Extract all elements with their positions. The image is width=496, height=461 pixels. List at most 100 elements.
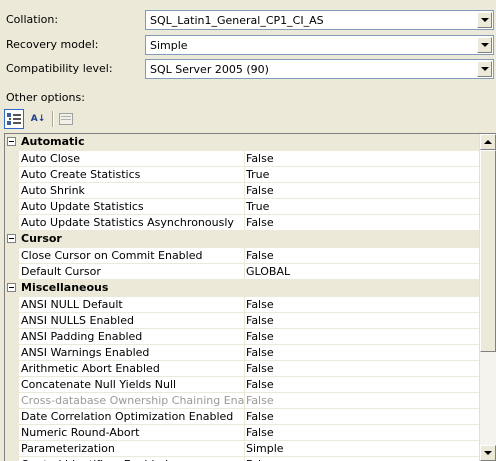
property-name: Parameterization [19, 441, 245, 457]
category-label: Automatic [21, 135, 85, 148]
property-value[interactable]: False [243, 183, 481, 199]
property-value[interactable]: Simple [243, 441, 481, 457]
dropdown-arrow-icon[interactable] [477, 61, 492, 77]
recovery-model-combobox[interactable]: Simple [145, 35, 494, 55]
property-value[interactable]: GLOBAL [243, 264, 481, 280]
row-gutter [5, 345, 19, 361]
categorized-icon [7, 113, 21, 125]
collation-label: Collation: [6, 13, 59, 26]
property-row[interactable]: Numeric Round-Abort False [5, 425, 481, 441]
property-name: ANSI NULL Default [19, 297, 245, 313]
property-grid-body: Automatic Auto Close False Auto Create Stat… [5, 134, 481, 461]
property-row[interactable]: Arithmetic Abort Enabled False [5, 361, 481, 377]
collation-value: SQL_Latin1_General_CP1_CI_AS [150, 14, 324, 27]
property-row[interactable]: Cross-database Ownership Chaining Enable… [5, 393, 481, 409]
property-name: Quoted Identifiers Enabled [19, 457, 245, 461]
property-grid-toolbar: A↓ [4, 108, 104, 130]
property-value[interactable]: False [243, 361, 481, 377]
property-row[interactable]: ANSI Warnings Enabled False [5, 345, 481, 361]
property-value[interactable]: False [243, 457, 481, 461]
property-value[interactable]: False [243, 313, 481, 329]
property-value[interactable]: False [243, 248, 481, 264]
row-gutter [5, 329, 19, 345]
row-gutter [5, 215, 19, 231]
scroll-down-button[interactable] [480, 445, 496, 461]
property-value[interactable]: False [243, 345, 481, 361]
property-name: ANSI Warnings Enabled [19, 345, 245, 361]
property-row[interactable]: Auto Shrink False [5, 183, 481, 199]
property-row[interactable]: Parameterization Simple [5, 441, 481, 457]
property-name: Cross-database Ownership Chaining Enable… [19, 393, 245, 409]
row-gutter [5, 393, 19, 409]
property-value[interactable]: False [243, 377, 481, 393]
property-name: Concatenate Null Yields Null [19, 377, 245, 393]
scrollbar-thumb[interactable] [480, 150, 496, 352]
category-label: Cursor [21, 232, 62, 245]
property-name: Default Cursor [19, 264, 245, 280]
compatibility-level-combobox[interactable]: SQL Server 2005 (90) [145, 59, 494, 79]
row-gutter [5, 425, 19, 441]
property-value[interactable]: True [243, 199, 481, 215]
property-name: ANSI Padding Enabled [19, 329, 245, 345]
collapse-icon[interactable] [7, 283, 16, 292]
row-gutter [5, 183, 19, 199]
row-gutter [5, 167, 19, 183]
property-value[interactable]: True [243, 167, 481, 183]
property-row[interactable]: Quoted Identifiers EnabledFalse [5, 457, 480, 461]
alphabetical-button[interactable]: A↓ [28, 109, 48, 129]
property-row[interactable]: Auto Update Statistics True [5, 199, 481, 215]
row-gutter [5, 199, 19, 215]
property-grid[interactable]: Automatic Auto Close False Auto Create Stat… [4, 133, 496, 461]
property-row[interactable]: Auto Create Statistics True [5, 167, 481, 183]
category-miscellaneous[interactable]: Miscellaneous [5, 280, 480, 297]
property-value[interactable]: False [243, 297, 481, 313]
compatibility-level-label: Compatibility level: [6, 62, 113, 75]
compatibility-level-value: SQL Server 2005 (90) [150, 63, 269, 76]
property-value[interactable]: False [243, 393, 481, 409]
collapse-icon[interactable] [7, 137, 16, 146]
collation-combobox[interactable]: SQL_Latin1_General_CP1_CI_AS [145, 10, 494, 30]
property-value[interactable]: False [243, 425, 481, 441]
vertical-scrollbar[interactable] [479, 134, 496, 461]
property-value[interactable]: False [243, 215, 481, 231]
property-name: Auto Update Statistics Asynchronously [19, 215, 245, 231]
dropdown-arrow-icon[interactable] [477, 12, 492, 28]
property-row[interactable]: Auto Close False [5, 151, 481, 167]
property-name: Arithmetic Abort Enabled [19, 361, 245, 377]
property-value[interactable]: False [243, 151, 481, 167]
property-row[interactable]: ANSI Padding Enabled False [5, 329, 481, 345]
property-row[interactable]: Date Correlation Optimization Enabled Fal… [5, 409, 481, 425]
property-row[interactable]: Concatenate Null Yields Null False [5, 377, 481, 393]
row-gutter [5, 151, 19, 167]
property-pages-icon [59, 113, 73, 125]
dropdown-arrow-icon[interactable] [477, 37, 492, 53]
other-options-label: Other options: [6, 91, 85, 104]
property-name: Date Correlation Optimization Enabled [19, 409, 245, 425]
property-name: Auto Create Statistics [19, 167, 245, 183]
row-gutter [5, 248, 19, 264]
property-name: Auto Close [19, 151, 245, 167]
property-row[interactable]: Default Cursor GLOBAL [5, 264, 481, 280]
row-gutter [5, 457, 19, 461]
compatibility-level-row: Compatibility level: SQL Server 2005 (90… [0, 58, 496, 80]
property-row[interactable]: Close Cursor on Commit Enabled False [5, 248, 481, 264]
category-cursor[interactable]: Cursor [5, 231, 480, 248]
property-row[interactable]: Auto Update Statistics Asynchronously Fal… [5, 215, 481, 231]
property-name: Auto Update Statistics [19, 199, 245, 215]
category-automatic[interactable]: Automatic [5, 134, 480, 151]
property-name: Auto Shrink [19, 183, 245, 199]
categorized-button[interactable] [4, 109, 24, 129]
property-value[interactable]: False [243, 329, 481, 345]
property-row[interactable]: ANSI NULLS Enabled False [5, 313, 481, 329]
property-pages-button[interactable] [56, 109, 76, 129]
property-value[interactable]: False [243, 409, 481, 425]
property-row[interactable]: ANSI NULL Default False [5, 297, 481, 313]
recovery-model-row: Recovery model: Simple [0, 34, 496, 56]
collapse-icon[interactable] [7, 234, 16, 243]
scroll-up-button[interactable] [480, 134, 496, 150]
category-label: Miscellaneous [21, 281, 109, 294]
row-gutter [5, 409, 19, 425]
row-gutter [5, 377, 19, 393]
row-gutter [5, 313, 19, 329]
collation-row: Collation: SQL_Latin1_General_CP1_CI_AS [0, 9, 496, 31]
